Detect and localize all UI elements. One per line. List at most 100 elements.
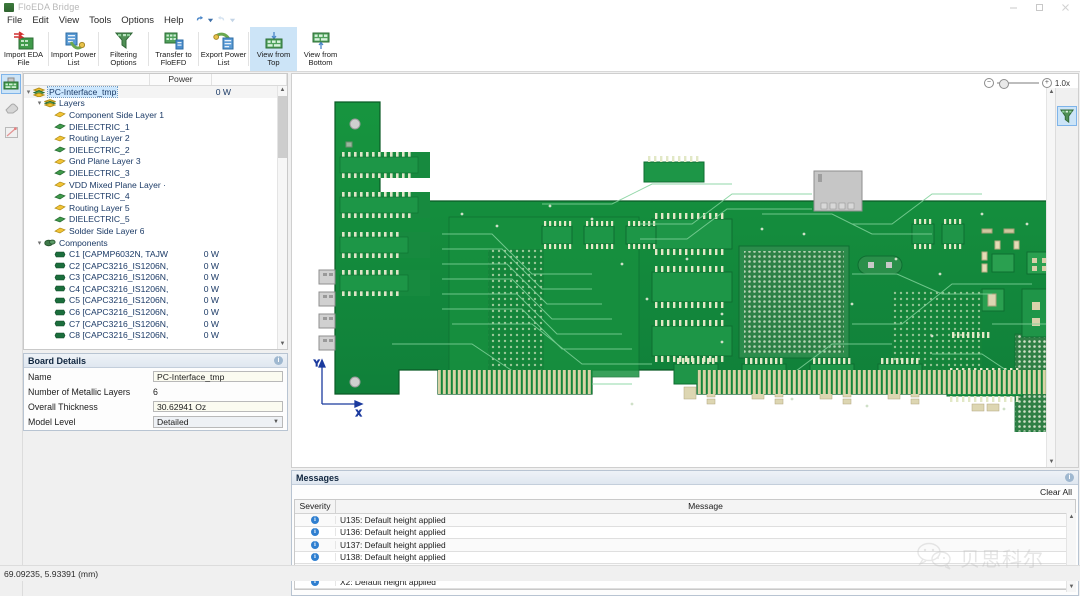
tree-component-power: 0 W — [179, 272, 219, 282]
dielectric-layer-icon — [54, 145, 66, 155]
zoom-level-label: 1.0x — [1055, 79, 1070, 88]
overall-thickness-input[interactable]: 30.62941 Oz — [153, 401, 283, 412]
tree-row-layer[interactable]: Routing Layer 5 — [24, 202, 287, 214]
tree-row-component[interactable]: C4 [CAPC3216_IS1206N,0 W — [24, 283, 287, 295]
menu-options[interactable]: Options — [116, 14, 159, 27]
import-eda-file-button[interactable]: Import EDA File — [0, 27, 47, 71]
help-icon[interactable]: i — [1065, 473, 1074, 482]
zoom-slider-thumb[interactable] — [999, 79, 1009, 89]
board-name-input[interactable]: PC-Interface_tmp — [153, 371, 283, 382]
zoom-in-icon[interactable]: + — [1042, 78, 1052, 88]
messages-scroll-up-icon[interactable]: ▲ — [1067, 513, 1076, 522]
zoom-out-icon[interactable]: − — [984, 78, 994, 88]
transfer-to-floefd-button[interactable]: Transfer to FloEFD — [150, 27, 197, 71]
tree-col-name[interactable] — [24, 74, 150, 85]
undo-dropdown-icon[interactable] — [207, 15, 214, 27]
redo-dropdown-icon[interactable] — [229, 15, 236, 27]
export-power-list-button[interactable]: Export Power List — [200, 27, 247, 71]
view-from-bottom-button[interactable]: View from Bottom — [297, 27, 344, 71]
undo-icon[interactable] — [195, 15, 204, 27]
col-message[interactable]: Message — [336, 500, 1075, 513]
help-icon[interactable]: i — [274, 356, 283, 365]
app-icon — [4, 3, 14, 12]
ribbon-toolbar: Import EDA File Import Power List — [0, 27, 1080, 72]
view-from-top-button[interactable]: View from Top — [250, 27, 297, 71]
tree-row-layers-group[interactable]: ▾ Layers — [24, 98, 287, 110]
tree-col-extra[interactable] — [212, 74, 287, 85]
tree-row-root[interactable]: ▾ PC-Interface_tmp — [24, 86, 287, 98]
minimize-button[interactable] — [1000, 0, 1026, 14]
eraser-icon[interactable] — [1, 98, 21, 118]
table-row[interactable]: iU135: Default height applied — [295, 514, 1075, 527]
right-panel: − + 1.0x ▲ ▼ — [290, 72, 1080, 596]
zoom-control[interactable]: − + 1.0x — [984, 78, 1070, 88]
tree-row-component[interactable]: C7 [CAPC3216_IS1206N,0 W — [24, 318, 287, 330]
filtering-options-icon[interactable] — [1057, 106, 1077, 126]
tree-row-component[interactable]: C5 [CAPC3216_IS1206N,0 W — [24, 295, 287, 307]
chevron-down-icon[interactable]: ▼ — [273, 416, 279, 428]
transfer-to-floefd-icon — [163, 30, 185, 50]
tree-row-component[interactable]: C1 [CAPMP6032N, TAJW0 W — [24, 248, 287, 260]
menu-help[interactable]: Help — [159, 14, 189, 27]
tree-row-components-group[interactable]: ▾ Components — [24, 237, 287, 249]
tree-layer-label: Component Side Layer 1 — [69, 110, 164, 120]
maximize-button[interactable] — [1026, 0, 1052, 14]
table-row[interactable]: iU138: Default height applied — [295, 552, 1075, 565]
menu-edit[interactable]: Edit — [27, 14, 53, 27]
view-from-bottom-label: View from Bottom — [298, 51, 344, 68]
tree-component-label: C2 [CAPC3216_IS1206N, — [69, 261, 168, 271]
import-power-list-button[interactable]: Import Power List — [50, 27, 97, 71]
tree-component-power: 0 W — [179, 330, 219, 340]
tree-scroll-up-icon[interactable]: ▲ — [278, 86, 287, 95]
tree-row-layer[interactable]: Component Side Layer 1 — [24, 109, 287, 121]
board-view-icon[interactable] — [1, 74, 21, 94]
menu-view[interactable]: View — [54, 14, 84, 27]
tree-row-layer[interactable]: DIELECTRIC_4 — [24, 190, 287, 202]
expand-twisty-icon[interactable]: ▾ — [24, 88, 33, 96]
status-bar: 69.09235, 5.93391 (mm) — [0, 565, 1080, 581]
tree-row-layer[interactable]: DIELECTRIC_5 — [24, 214, 287, 226]
tree-scroll-thumb[interactable] — [278, 96, 287, 158]
tree-row-layer[interactable]: DIELECTRIC_2 — [24, 144, 287, 156]
tree-row-layer[interactable]: Gnd Plane Layer 3 — [24, 156, 287, 168]
tree-row-layer[interactable]: Solder Side Layer 6 — [24, 225, 287, 237]
menu-file[interactable]: File — [2, 14, 27, 27]
table-row[interactable]: iU137: Default height applied — [295, 539, 1075, 552]
messages-scroll-down-icon[interactable]: ▼ — [1067, 583, 1076, 592]
title-bar: FloEDA Bridge — [0, 0, 1080, 14]
filtering-options-button[interactable]: Filtering Options — [100, 27, 147, 71]
col-severity[interactable]: Severity — [295, 500, 336, 513]
model-level-select[interactable]: Detailed ▼ — [153, 416, 283, 428]
menu-tools[interactable]: Tools — [84, 14, 116, 27]
close-button[interactable] — [1052, 0, 1078, 14]
tree-scrollbar[interactable]: ▲ ▼ — [277, 86, 287, 349]
filtering-options-icon — [113, 30, 135, 50]
tree-body[interactable]: ▾ PC-Interface_tmp — [24, 86, 287, 349]
expand-twisty-icon[interactable]: ▾ — [35, 99, 44, 107]
table-row[interactable]: iU136: Default height applied — [295, 527, 1075, 540]
message-cell: U137: Default height applied — [336, 540, 446, 550]
tree-row-component[interactable]: C8 [CAPC3216_IS1206N,0 W — [24, 329, 287, 341]
tree-row-component[interactable]: C3 [CAPC3216_IS1206N,0 W — [24, 272, 287, 284]
tree-row-layer[interactable]: DIELECTRIC_3 — [24, 167, 287, 179]
tree-row-layer[interactable]: Routing Layer 2 — [24, 132, 287, 144]
tree-row-layer[interactable]: DIELECTRIC_1 — [24, 121, 287, 133]
svg-text:Y: Y — [314, 359, 320, 368]
tree-row-component[interactable]: C6 [CAPC3216_IS1206N,0 W — [24, 306, 287, 318]
zoom-slider-track[interactable] — [997, 82, 1039, 84]
tree-col-power[interactable]: Power — [150, 74, 212, 85]
expand-twisty-icon[interactable]: ▾ — [35, 239, 44, 247]
tree-row-layer[interactable]: VDD Mixed Plane Layer · — [24, 179, 287, 191]
tree-scroll-down-icon[interactable]: ▼ — [278, 340, 287, 349]
tree-layer-label: DIELECTRIC_5 — [69, 214, 130, 224]
redo-icon[interactable] — [217, 15, 226, 27]
pcb-canvas[interactable]: − + 1.0x ▲ ▼ — [291, 73, 1079, 468]
ribbon-separator — [48, 32, 49, 66]
clear-all-link[interactable]: Clear All — [292, 485, 1078, 499]
tree-row-component[interactable]: C2 [CAPC3216_IS1206N,0 W — [24, 260, 287, 272]
tree-header: Power — [24, 74, 287, 86]
ribbon-separator — [198, 32, 199, 66]
pcb-board-view[interactable]: Y X — [292, 74, 1047, 467]
measure-icon[interactable] — [1, 122, 21, 142]
tree-root-label[interactable]: PC-Interface_tmp — [48, 87, 117, 97]
